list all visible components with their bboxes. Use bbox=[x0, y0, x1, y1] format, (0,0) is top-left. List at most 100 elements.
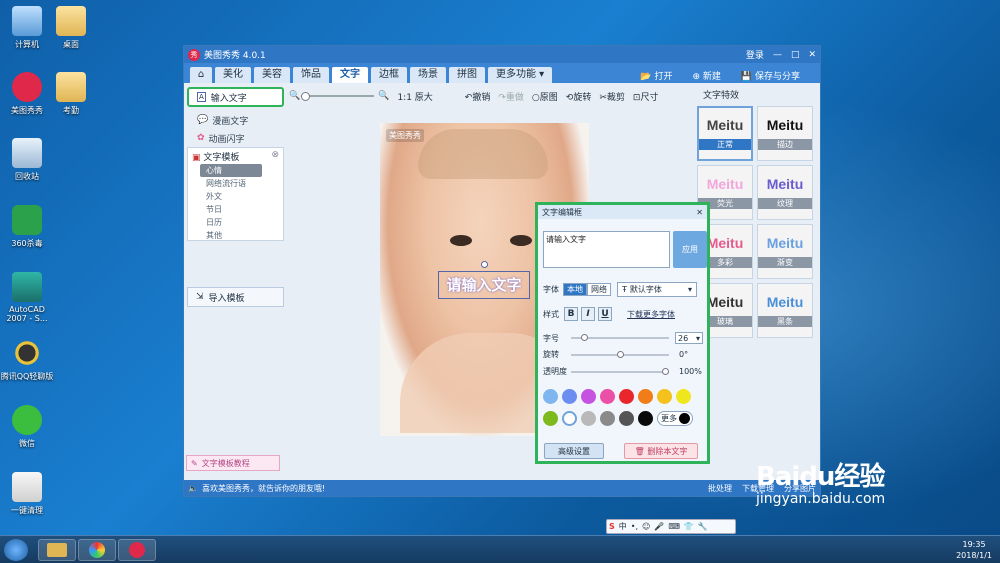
size-select[interactable]: 26 ▾ bbox=[675, 332, 703, 344]
tab-more[interactable]: 更多功能 ▾ bbox=[488, 67, 553, 83]
opacity-slider-knob[interactable] bbox=[662, 367, 669, 375]
size-button[interactable]: ⊡尺寸 bbox=[633, 90, 659, 103]
rotate-slider-knob[interactable] bbox=[617, 350, 624, 358]
new-button[interactable]: ⊕ 新建 bbox=[692, 69, 730, 82]
template-item-foreign[interactable]: 外文 bbox=[192, 190, 279, 203]
taskbar-meitu[interactable] bbox=[118, 539, 156, 561]
template-item-mood[interactable]: 心情 bbox=[200, 164, 262, 177]
color-swatch[interactable] bbox=[638, 389, 653, 404]
crop-button[interactable]: ✂裁剪 bbox=[599, 90, 625, 103]
size-slider[interactable] bbox=[571, 334, 669, 341]
color-swatch[interactable] bbox=[562, 389, 577, 404]
color-swatch[interactable] bbox=[676, 389, 691, 404]
effect-black-bar[interactable]: Meitu 黑条 bbox=[757, 283, 813, 338]
redo-button[interactable]: ↷重做 bbox=[498, 90, 524, 103]
maximize-button[interactable]: □ bbox=[791, 50, 800, 60]
delete-text-button[interactable]: 🗑 删除本文字 bbox=[624, 443, 698, 459]
desktop-icon-cleanup[interactable]: 一键清理 bbox=[0, 472, 54, 516]
tab-collage[interactable]: 拼图 bbox=[449, 67, 485, 83]
rotate-button[interactable]: ⟲旋转 bbox=[566, 90, 592, 103]
desktop-icon-desktop-folder[interactable]: 桌面 bbox=[44, 6, 98, 50]
template-tutorial-button[interactable]: ✎ 文字模板教程 bbox=[186, 455, 280, 471]
taskbar-explorer[interactable] bbox=[38, 539, 76, 561]
original-size-button[interactable]: 1:1 原大 bbox=[397, 90, 432, 103]
color-swatch[interactable] bbox=[619, 389, 634, 404]
bold-button[interactable]: B bbox=[564, 307, 578, 321]
color-swatch[interactable] bbox=[581, 389, 596, 404]
download-more-fonts-link[interactable]: 下载更多字体 bbox=[627, 309, 675, 320]
comic-text-item[interactable]: 💬 漫画文字 bbox=[187, 111, 284, 129]
color-swatch[interactable] bbox=[600, 389, 615, 404]
tab-home[interactable]: ⌂ bbox=[190, 67, 212, 83]
import-template-button[interactable]: ⇲ 导入模板 bbox=[187, 287, 284, 307]
color-swatch[interactable] bbox=[581, 411, 596, 426]
zoom-out-icon[interactable]: 🔍 bbox=[289, 91, 300, 101]
advanced-settings-button[interactable]: 高级设置 bbox=[544, 443, 604, 459]
desktop-icon-360[interactable]: 360杀毒 bbox=[0, 205, 54, 249]
desktop-icon-attendance-folder[interactable]: 考勤 bbox=[44, 72, 98, 116]
ime-emoji-icon[interactable]: ☺ bbox=[642, 522, 650, 531]
ime-keyboard-icon[interactable]: ⌨ bbox=[668, 522, 680, 531]
animated-text-item[interactable]: ✿ 动画闪字 bbox=[187, 129, 284, 147]
color-swatch[interactable] bbox=[543, 389, 558, 404]
font-local-toggle[interactable]: 本地 bbox=[563, 283, 587, 296]
minimize-button[interactable]: — bbox=[773, 50, 782, 60]
desktop-icon-wechat[interactable]: 微信 bbox=[0, 405, 54, 449]
text-input-area[interactable]: 请输入文字 bbox=[543, 231, 670, 268]
original-image-button[interactable]: ○原图 bbox=[532, 90, 558, 103]
ime-mic-icon[interactable]: 🎤 bbox=[654, 522, 664, 531]
font-network-toggle[interactable]: 网络 bbox=[587, 283, 611, 296]
color-swatch[interactable] bbox=[600, 411, 615, 426]
zoom-slider[interactable] bbox=[301, 92, 375, 101]
underline-button[interactable]: U bbox=[598, 307, 612, 321]
ime-skin-icon[interactable]: 👕 bbox=[684, 522, 694, 531]
taskbar-browser[interactable] bbox=[78, 539, 116, 561]
input-text-button[interactable]: A 输入文字 bbox=[187, 87, 284, 107]
apply-button[interactable]: 应用 bbox=[673, 231, 707, 268]
close-button[interactable]: ✕ bbox=[808, 50, 816, 60]
undo-button[interactable]: ↶撤销 bbox=[465, 90, 491, 103]
desktop-icon-qq[interactable]: 腾讯QQ轻聊版 bbox=[0, 338, 54, 382]
effect-normal[interactable]: Meitu 正常 bbox=[697, 106, 753, 161]
effect-gradient[interactable]: Meitu 渐变 bbox=[757, 224, 813, 279]
start-button[interactable] bbox=[4, 539, 28, 561]
rotate-slider[interactable] bbox=[571, 350, 669, 358]
open-button[interactable]: 📂 打开 bbox=[640, 69, 682, 82]
color-swatch[interactable] bbox=[543, 411, 558, 426]
tab-beautify[interactable]: 美化 bbox=[215, 67, 251, 83]
effect-texture[interactable]: Meitu 纹理 bbox=[757, 165, 813, 220]
opacity-slider[interactable] bbox=[571, 367, 669, 375]
template-item-holiday[interactable]: 节日 bbox=[192, 203, 279, 216]
effect-stroke[interactable]: Meitu 描边 bbox=[757, 106, 813, 161]
tab-accessories[interactable]: 饰品 bbox=[293, 67, 329, 83]
more-colors-button[interactable]: 更多 bbox=[657, 411, 693, 426]
template-item-calendar[interactable]: 日历 bbox=[192, 216, 279, 229]
zoom-in-icon[interactable]: 🔍 bbox=[378, 91, 389, 101]
color-swatch-selected[interactable] bbox=[562, 411, 577, 426]
desktop-icon-autocad[interactable]: AutoCAD 2007 - S... bbox=[0, 272, 54, 323]
desktop-icon-recycle-bin[interactable]: 回收站 bbox=[0, 138, 54, 182]
color-swatch[interactable] bbox=[657, 389, 672, 404]
color-swatch[interactable] bbox=[619, 411, 634, 426]
system-clock[interactable]: 19:35 2018/1/1 bbox=[956, 539, 992, 561]
save-share-button[interactable]: 💾 保存与分享 bbox=[741, 69, 810, 82]
collapse-icon[interactable]: ⊗ bbox=[271, 150, 279, 160]
ime-settings-icon[interactable]: 🔧 bbox=[698, 522, 708, 531]
tab-border[interactable]: 边框 bbox=[371, 67, 407, 83]
text-overlay-box[interactable]: 请输入文字 bbox=[438, 271, 530, 299]
template-header[interactable]: ▣ 文字模板 ⊗ bbox=[192, 150, 279, 163]
login-link[interactable]: 登录 bbox=[746, 48, 764, 61]
template-item-other[interactable]: 其他 bbox=[192, 229, 279, 242]
ime-toolbar[interactable]: S 中 •, ☺ 🎤 ⌨ 👕 🔧 bbox=[606, 519, 736, 534]
status-message[interactable]: 喜欢美图秀秀，就告诉你的朋友哦! bbox=[202, 483, 325, 494]
color-swatch[interactable] bbox=[638, 411, 653, 426]
ime-punct-icon[interactable]: •, bbox=[631, 522, 638, 531]
batch-button[interactable]: 批处理 bbox=[708, 483, 732, 494]
tab-beauty[interactable]: 美容 bbox=[254, 67, 290, 83]
rotate-handle[interactable] bbox=[481, 261, 488, 268]
dialog-close-icon[interactable]: ✕ bbox=[696, 208, 703, 217]
size-slider-knob[interactable] bbox=[581, 334, 588, 341]
tab-text[interactable]: 文字 bbox=[332, 67, 368, 83]
tab-scene[interactable]: 场景 bbox=[410, 67, 446, 83]
template-item-slang[interactable]: 网络流行语 bbox=[192, 177, 279, 190]
